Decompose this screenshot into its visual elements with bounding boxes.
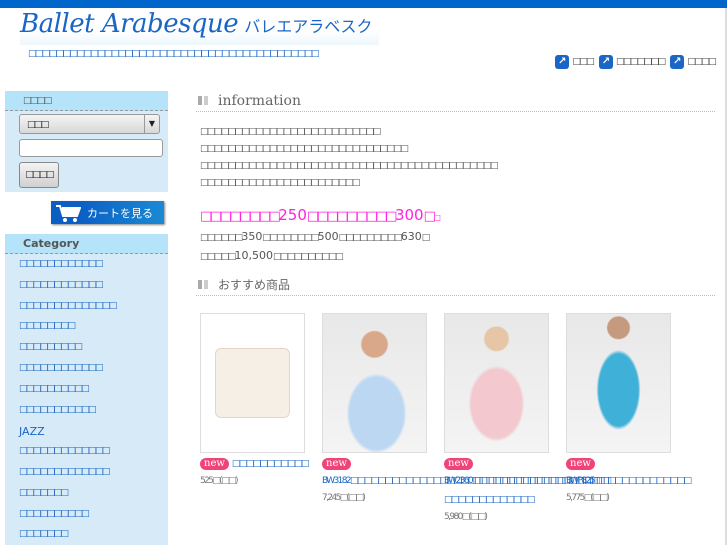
category-item[interactable]: □□□□□□□□□□□□□	[19, 446, 168, 467]
product-card[interactable]: newBW2360□□□□□□□□□□□□□□□□□□□□ □□□□□□□□□□…	[444, 313, 612, 525]
search-box: □□□□ □□□ ▼ □□□□	[5, 91, 168, 192]
product-price: 7,245□(□□)	[322, 493, 366, 503]
product-image[interactable]	[566, 313, 671, 453]
category-item[interactable]: □□□□□□□□	[19, 321, 168, 342]
cart-icon	[56, 204, 81, 222]
logo-en: Ballet Arabesque	[20, 9, 239, 39]
product-image[interactable]	[444, 313, 549, 453]
product-price: 5,775□(□□)	[566, 493, 610, 503]
shipping-details: □□□□□□350□□□□□□□□500□□□□□□□□□630□ □□□□□1…	[200, 230, 430, 262]
category-item[interactable]: JAZZ	[19, 425, 168, 446]
product-price: 5,980□(□□)	[444, 512, 488, 522]
category-box: Category □□□□□□□□□□□□ □□□□□□□□□□□□ □□□□□□□…	[5, 234, 168, 545]
product-image[interactable]	[322, 313, 427, 453]
new-badge: new	[444, 458, 473, 470]
search-button[interactable]: □□□□	[19, 162, 59, 188]
information-heading: information	[196, 90, 715, 112]
top-links: ↗ □□□ ↗ □□□□□□□ ↗ □□□□	[555, 55, 717, 69]
category-item[interactable]: □□□□□□□□□□	[19, 384, 168, 405]
search-category-select[interactable]: □□□ ▼	[19, 114, 160, 134]
category-item[interactable]: □□□□□□□	[19, 529, 168, 550]
category-item[interactable]: □□□□□□□□□□□□	[19, 280, 168, 301]
search-input[interactable]	[19, 139, 163, 157]
site-logo[interactable]: Ballet Arabesque バレエアラベスク	[20, 9, 379, 45]
product-price: 525□(□□)	[200, 476, 239, 486]
category-item[interactable]: □□□□□□□□□□□□□	[19, 467, 168, 488]
new-badge: new	[566, 458, 595, 470]
view-cart-button[interactable]: カートを見る	[51, 201, 164, 224]
category-item[interactable]: □□□□□□□	[19, 488, 168, 509]
top-link-2[interactable]: ↗ □□□□□□□	[599, 55, 666, 69]
featured-heading: おすすめ商品	[196, 274, 715, 296]
new-badge: new	[322, 458, 351, 470]
product-card[interactable]: newBW3182□□□□□□□□□□□□□□□□□□□□□□□□□□□□□□□…	[322, 313, 600, 506]
heading-marker-icon	[198, 280, 208, 289]
category-item[interactable]: □□□□□□□□□□□□	[19, 259, 168, 280]
tagline: □□□□□□□□□□□□□□□□□□□□□□□□□□□□□□□□□□□□□□□□…	[28, 49, 320, 59]
chevron-down-icon: ▼	[144, 115, 159, 133]
product-card[interactable]: new BWP825□□□□□□□□□□□□□□ 5,775□(□□)	[566, 313, 692, 506]
product-title[interactable]: BWP825□□□□□□□□□□□□□□	[566, 476, 692, 486]
top-bar	[0, 0, 727, 8]
search-title: □□□□	[5, 91, 168, 111]
category-item[interactable]: □□□□□□□□□□	[19, 509, 168, 530]
information-text: □□□□□□□□□□□□□□□□□□□□□□□□□□ □□□□□□□□□□□□□…	[200, 127, 498, 188]
shipping-promo: □□□□□□□□250□□□□□□□□□300□□	[200, 206, 441, 224]
arrow-icon: ↗	[670, 55, 685, 69]
category-item[interactable]: □□□□□□□□□□□	[19, 405, 168, 426]
category-item[interactable]: □□□□□□□□□□□□□□	[19, 301, 168, 322]
top-link-1[interactable]: ↗ □□□	[555, 55, 595, 69]
arrow-icon: ↗	[555, 55, 570, 69]
top-link-3[interactable]: ↗ □□□□	[670, 55, 717, 69]
new-badge: new	[200, 458, 229, 470]
category-title: Category	[5, 234, 168, 254]
product-image[interactable]	[200, 313, 305, 453]
category-item[interactable]: □□□□□□□□□□□□	[19, 363, 168, 384]
arrow-icon: ↗	[599, 55, 614, 69]
product-card[interactable]: new □□□□□□□□□□□ 525□(□□)	[200, 313, 310, 489]
logo-jp: バレエアラベスク	[244, 17, 373, 36]
product-title[interactable]: □□□□□□□□□□□	[232, 459, 310, 469]
category-item[interactable]: □□□□□□□□□	[19, 342, 168, 363]
heading-marker-icon	[198, 96, 208, 105]
